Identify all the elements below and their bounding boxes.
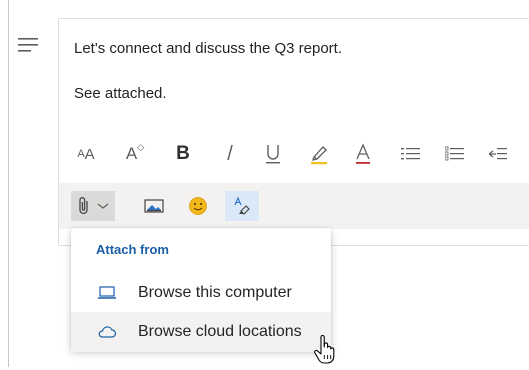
format-painter-button[interactable]: [225, 191, 259, 221]
insert-picture-button[interactable]: [139, 191, 169, 221]
numbering-button[interactable]: [441, 128, 469, 180]
underline-button[interactable]: [259, 128, 287, 180]
highlight-button[interactable]: [304, 128, 334, 180]
grow-font-icon: A: [125, 144, 138, 163]
message-line-2: See attached.: [74, 85, 167, 102]
bulleted-list-icon: [401, 148, 420, 160]
font-color-icon: [356, 143, 370, 164]
emoji-button[interactable]: [183, 191, 213, 221]
attach-button[interactable]: [71, 191, 115, 221]
font-color-button[interactable]: [349, 128, 377, 180]
browse-cloud-item[interactable]: Browse cloud locations: [71, 312, 331, 352]
menu-icon[interactable]: [18, 37, 40, 53]
decrease-indent-icon: [489, 148, 507, 160]
image-icon: [144, 199, 164, 213]
underline-icon: [266, 145, 280, 164]
hand-cursor-icon: [313, 334, 339, 365]
decrease-indent-button[interactable]: [484, 128, 512, 180]
pane-divider: [8, 0, 9, 367]
italic-icon: /: [227, 142, 233, 165]
format-painter-icon: [234, 196, 250, 215]
browse-computer-label: Browse this computer: [138, 284, 292, 301]
laptop-icon: [98, 286, 116, 299]
browse-computer-item[interactable]: Browse this computer: [71, 273, 331, 313]
bullets-button[interactable]: [397, 128, 425, 180]
chevron-down-icon: [97, 203, 109, 209]
numbered-list-icon: [445, 146, 464, 161]
attach-from-header: Attach from: [96, 242, 169, 257]
italic-button[interactable]: /: [216, 128, 244, 180]
font-size-button[interactable]: AA: [71, 128, 101, 180]
bold-icon: B: [176, 143, 190, 164]
font-size-icon: A: [77, 148, 85, 160]
emoji-icon: [189, 197, 207, 215]
attach-from-menu: Attach from Browse this computer Browse …: [71, 228, 331, 352]
formatting-toolbar: AA A ◇ B /: [59, 128, 529, 180]
browse-cloud-label: Browse cloud locations: [138, 323, 302, 340]
paperclip-icon: [79, 197, 88, 215]
grow-font-button[interactable]: A ◇: [119, 128, 151, 180]
cloud-icon: [98, 326, 117, 338]
bold-button[interactable]: B: [169, 128, 197, 180]
highlighter-icon: [311, 146, 327, 165]
insert-toolbar: [59, 183, 529, 229]
message-line-1: Let's connect and discuss the Q3 report.: [74, 40, 343, 57]
